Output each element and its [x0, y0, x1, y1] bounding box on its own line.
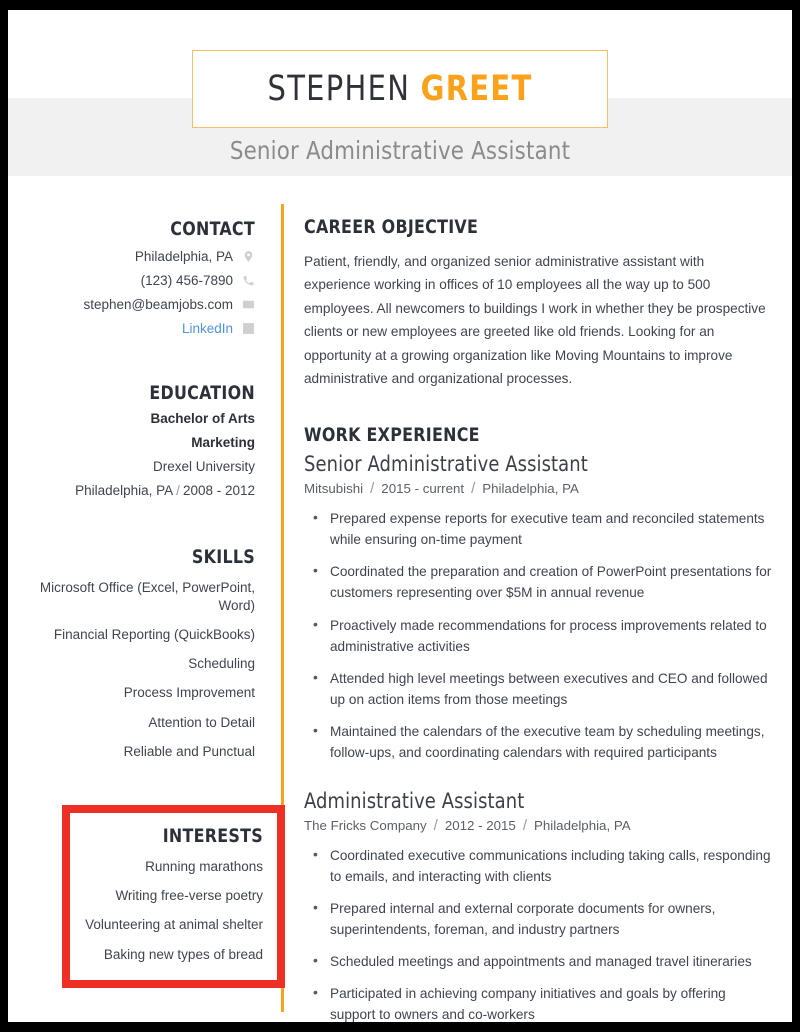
main-content: CAREER OBJECTIVE Patient, friendly, and …: [304, 182, 774, 1022]
list-item: Writing free-verse poetry: [115, 888, 263, 904]
education-location: Philadelphia, PA: [75, 482, 174, 498]
contact-email-text: stephen@beamjobs.com: [83, 297, 233, 312]
job-company: The Fricks Company: [304, 817, 427, 833]
job-dates: 2015 - current: [381, 481, 465, 497]
list-item: Attention to Detail: [148, 714, 255, 730]
job-separator: /: [522, 816, 527, 834]
bullet-item: Prepared expense reports for executive t…: [304, 507, 774, 550]
contact-item-location: Philadelphia, PA: [8, 249, 255, 264]
map-pin-icon: [244, 251, 253, 262]
contact-location-text: Philadelphia, PA: [134, 249, 233, 264]
experience-section: WORK EXPERIENCE Senior Administrative As…: [304, 424, 774, 1022]
job-company: Mitsubishi: [304, 481, 364, 497]
last-name: GREET: [420, 69, 533, 109]
interests-heading: INTERESTS: [162, 825, 263, 848]
sidebar: CONTACT Philadelphia, PA (123) 456-7890 …: [8, 182, 285, 988]
interests-wrapper: INTERESTS Running marathons Writing free…: [8, 805, 285, 988]
contact-item-linkedin[interactable]: LinkedIn: [8, 321, 255, 336]
experience-heading: WORK EXPERIENCE: [304, 424, 480, 447]
education-section: EDUCATION Bachelor of Arts Marketing Dre…: [8, 382, 255, 500]
job-bullets: Prepared expense reports for executive t…: [304, 507, 774, 763]
contact-linkedin-link[interactable]: LinkedIn: [182, 321, 233, 336]
header-job-title: Senior Administrative Assistant: [229, 136, 571, 165]
list-item: Microsoft Office (Excel, PowerPoint, Wor…: [39, 579, 255, 613]
bullet-item: Coordinated executive communications inc…: [304, 844, 774, 887]
education-dates: 2008 - 2012: [182, 482, 255, 498]
job-bullets: Coordinated executive communications inc…: [304, 844, 774, 1022]
education-school: Drexel University: [152, 458, 255, 474]
job-meta: The Fricks Company / 2012 - 2015 / Philadelp…: [304, 817, 774, 834]
bullet-item: Maintained the calendars of the executiv…: [304, 720, 774, 763]
list-item: Process Improvement: [123, 685, 255, 701]
bullet-item: Participated in achieving company initia…: [304, 982, 774, 1022]
job-title: Senior Administrative Assistant: [304, 452, 588, 477]
job-meta: Mitsubishi / 2015 - current / Philadelphia, …: [304, 480, 774, 497]
bullet-item: Coordinated the preparation and creation…: [304, 560, 774, 603]
linkedin-icon[interactable]: [242, 322, 255, 335]
job-separator: /: [370, 480, 375, 498]
objective-heading: CAREER OBJECTIVE: [304, 216, 479, 238]
list-item: Scheduling: [188, 656, 255, 672]
contact-item-phone: (123) 456-7890: [8, 273, 255, 288]
skills-heading: SKILLS: [191, 545, 255, 568]
first-name: STEPHEN: [267, 69, 411, 109]
skills-section: SKILLS Microsoft Office (Excel, PowerPoi…: [8, 546, 255, 762]
full-name: STEPHEN GREET: [267, 69, 532, 109]
education-separator: /: [176, 482, 180, 498]
bullet-item: Attended high level meetings between exe…: [304, 667, 774, 710]
job-title: Administrative Assistant: [304, 788, 525, 813]
resume-page: STEPHEN GREET Senior Administrative Assi…: [8, 10, 792, 1022]
bullet-item: Scheduled meetings and appointments and …: [304, 950, 774, 972]
list-item: Baking new types of bread: [103, 946, 263, 962]
contact-item-email: stephen@beamjobs.com: [8, 297, 255, 312]
education-degree: Bachelor of Arts: [150, 411, 255, 426]
objective-section: CAREER OBJECTIVE Patient, friendly, and …: [304, 216, 774, 390]
bullet-item: Proactively made recommendations for pro…: [304, 613, 774, 657]
contact-section: CONTACT Philadelphia, PA (123) 456-7890 …: [8, 218, 255, 336]
bullet-item: Prepared internal and external corporate…: [304, 897, 774, 940]
job-separator: /: [471, 480, 476, 498]
education-location-dates: Philadelphia, PA/2008 - 2012: [8, 483, 255, 500]
experience-entry: Senior Administrative Assistant Mitsubis…: [304, 452, 774, 763]
contact-heading: CONTACT: [170, 218, 255, 240]
objective-text: Patient, friendly, and organized senior …: [304, 254, 766, 386]
resume-header: STEPHEN GREET Senior Administrative Assi…: [8, 10, 792, 182]
name-box: STEPHEN GREET: [192, 50, 608, 128]
education-heading: EDUCATION: [149, 382, 255, 404]
list-item: Running marathons: [145, 859, 263, 875]
job-dates: 2012 - 2015: [444, 817, 516, 833]
job-location: Philadelphia, PA: [482, 481, 579, 497]
interests-highlight-box: INTERESTS Running marathons Writing free…: [62, 805, 285, 988]
job-location: Philadelphia, PA: [534, 817, 631, 833]
phone-icon: [243, 276, 254, 286]
list-item: Volunteering at animal shelter: [85, 917, 263, 933]
education-major: Marketing: [191, 434, 255, 450]
envelope-icon: [243, 300, 254, 309]
list-item: Reliable and Punctual: [123, 743, 255, 759]
experience-entry: Administrative Assistant The Fricks Comp…: [304, 789, 774, 1022]
job-separator: /: [433, 816, 438, 834]
list-item: Financial Reporting (QuickBooks): [53, 626, 255, 642]
contact-phone-text: (123) 456-7890: [140, 273, 233, 288]
